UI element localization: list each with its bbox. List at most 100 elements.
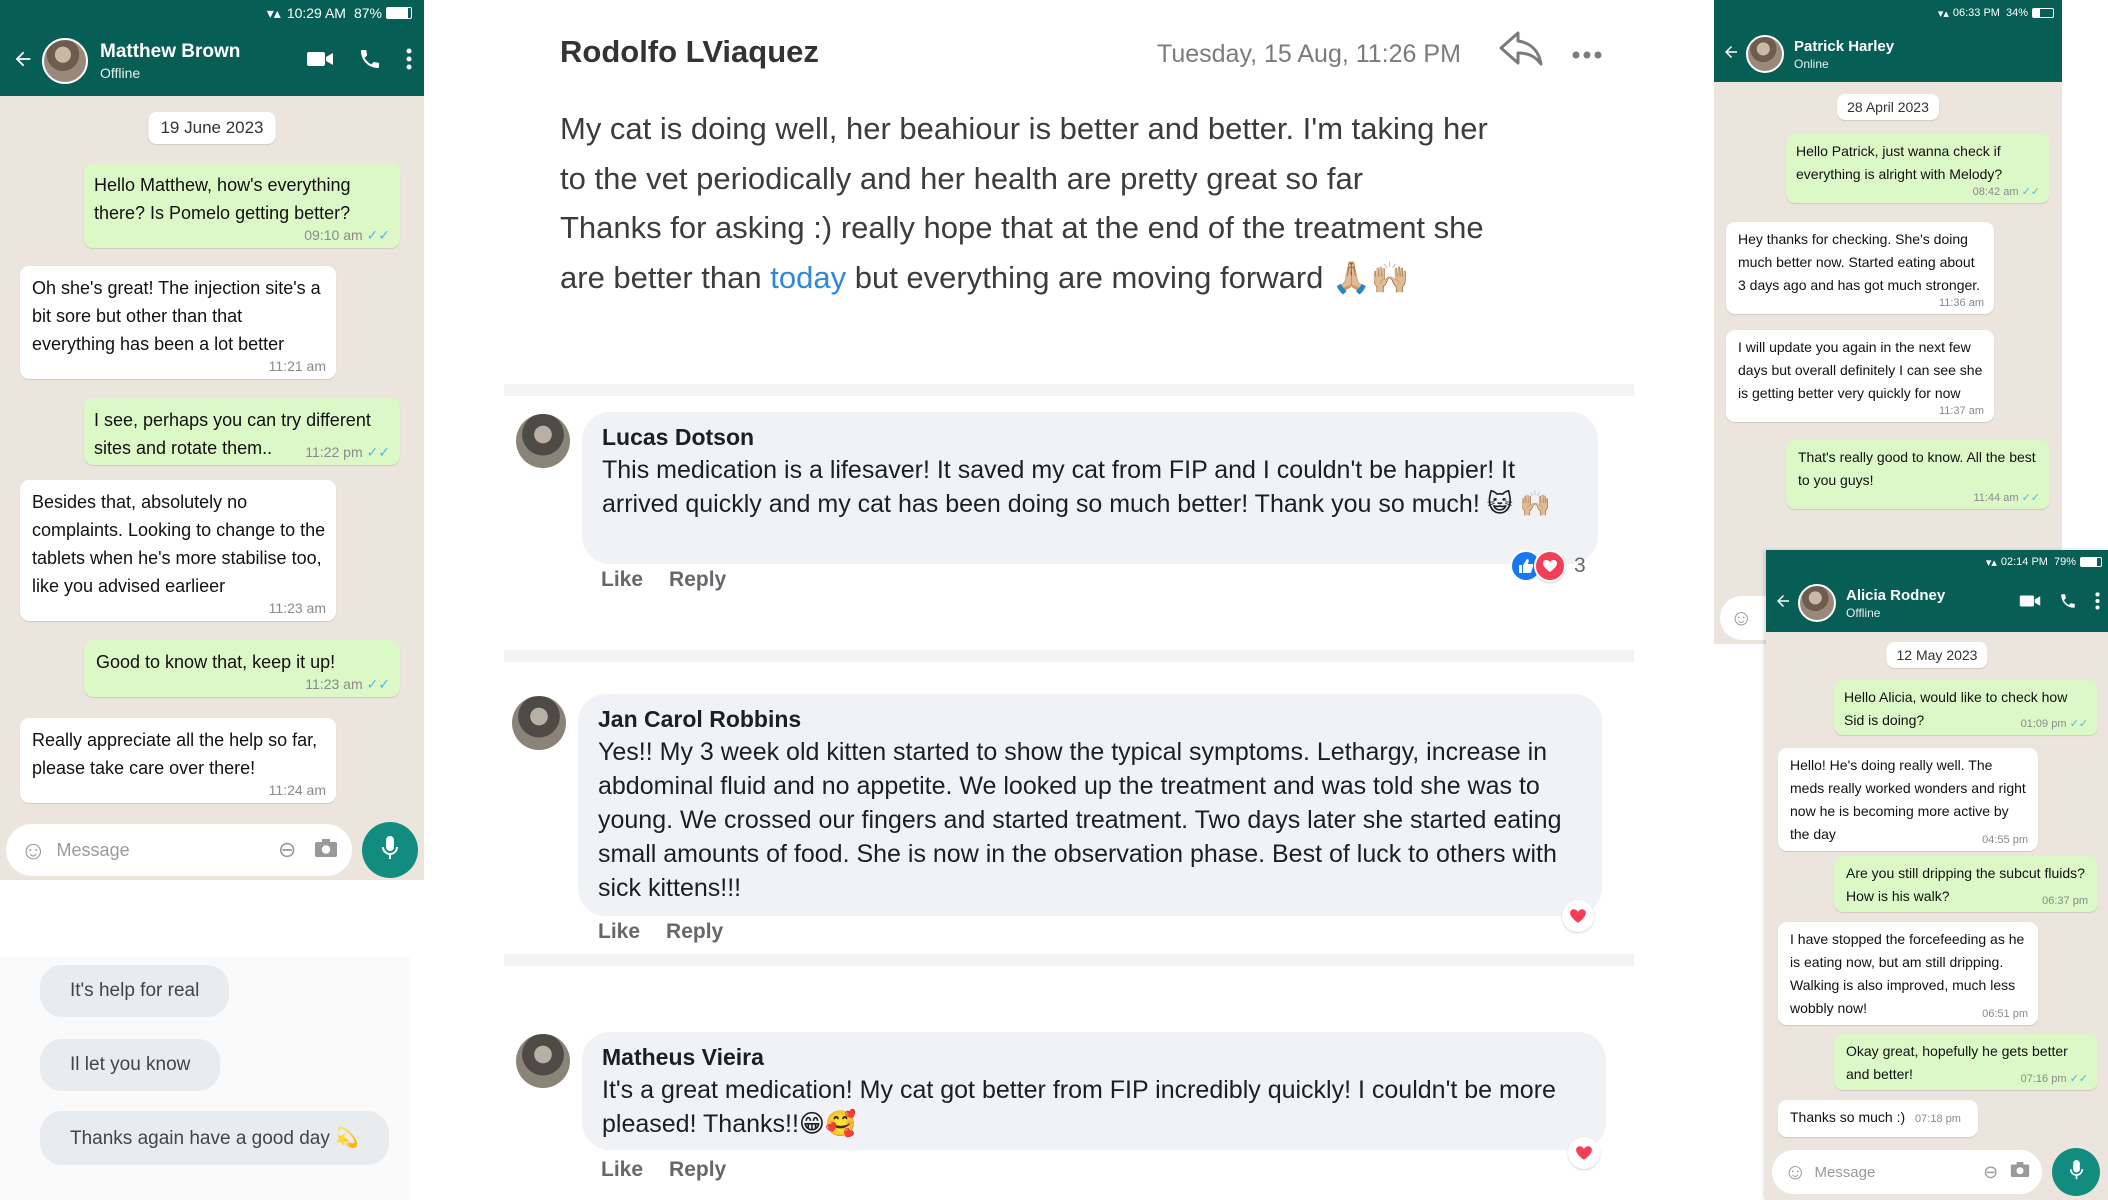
avatar[interactable] bbox=[516, 414, 570, 468]
commenter-name[interactable]: Matheus Vieira bbox=[602, 1044, 1586, 1071]
wifi-signal-icon: ▾▴ bbox=[1937, 7, 1949, 20]
message-time: 11:44 am bbox=[1973, 492, 2019, 504]
message-text: Oh she's great! The injection site's a b… bbox=[32, 278, 321, 354]
date-chip: 28 April 2023 bbox=[1837, 94, 1939, 120]
message-time: 07:18 pm bbox=[1915, 1113, 1961, 1125]
post-line: are better than today but everything are… bbox=[560, 253, 1570, 303]
heart-icon[interactable] bbox=[1568, 1137, 1600, 1169]
status-bar: ▾▴ 06:33 PM 34% bbox=[1714, 0, 2062, 26]
contact-name[interactable]: Alicia Rodney bbox=[1846, 587, 1945, 604]
post-text: but everything are moving forward 🙏🏼🙌🏼 bbox=[846, 259, 1410, 295]
quick-replies: It's help for real Il let you know Thank… bbox=[0, 957, 410, 1200]
comment-divider bbox=[504, 954, 1634, 966]
reaction-summary[interactable]: 3 bbox=[1510, 550, 1586, 582]
message-text: I will update you again in the next few … bbox=[1738, 339, 1983, 401]
message-bubble: Okay great, hopefully he gets better and… bbox=[1834, 1034, 2098, 1090]
message-bubble: I will update you again in the next few … bbox=[1726, 330, 1994, 422]
message-time: 01:09 pm bbox=[2020, 718, 2067, 730]
date-chip: 19 June 2023 bbox=[148, 112, 276, 144]
camera-icon[interactable] bbox=[314, 838, 338, 863]
battery-icon bbox=[2032, 8, 2054, 18]
back-arrow-icon[interactable] bbox=[1774, 592, 1792, 615]
message-bubble: Hello Patrick, just wanna check if every… bbox=[1786, 134, 2050, 203]
more-vert-icon[interactable] bbox=[406, 48, 412, 75]
message-bubble: Are you still dripping the subcut fluids… bbox=[1834, 856, 2098, 912]
message-time: 11:22 pm bbox=[305, 444, 363, 460]
like-button[interactable]: Like bbox=[598, 920, 640, 943]
mic-button[interactable] bbox=[2052, 1148, 2100, 1196]
quick-reply-label: Thanks again have a good day 💫 bbox=[70, 1128, 359, 1149]
post-line: My cat is doing well, her beahiour is be… bbox=[560, 111, 1488, 146]
message-time: 11:24 am bbox=[268, 782, 326, 798]
message-bubble: Hello Alicia, would like to check how Si… bbox=[1834, 680, 2098, 735]
reply-button[interactable]: Reply bbox=[669, 568, 726, 591]
emoji-icon[interactable]: ☺ bbox=[1730, 605, 1752, 631]
avatar[interactable] bbox=[512, 696, 566, 750]
message-bubble: Hey thanks for checking. She's doing muc… bbox=[1726, 222, 1994, 314]
message-time: 04:55 pm bbox=[1982, 834, 2028, 846]
message-text: Besides that, absolutely no complaints. … bbox=[32, 492, 326, 596]
video-call-icon[interactable] bbox=[306, 49, 334, 74]
phone-icon[interactable] bbox=[358, 47, 382, 76]
chat-window-patrick: ▾▴ 06:33 PM 34% Patrick Harley Online 28… bbox=[1714, 0, 2062, 644]
more-horiz-icon[interactable] bbox=[1572, 46, 1602, 64]
contact-name[interactable]: Patrick Harley bbox=[1794, 38, 1894, 55]
contact-name[interactable]: Matthew Brown bbox=[100, 41, 240, 63]
avatar[interactable] bbox=[1798, 584, 1836, 622]
more-vert-icon[interactable] bbox=[2095, 591, 2100, 615]
reply-arrow-icon[interactable] bbox=[1498, 30, 1544, 73]
status-bar: ▾▴ 02:14 PM 79% bbox=[1766, 550, 2108, 574]
message-input[interactable]: Message bbox=[57, 840, 278, 861]
emoji-icon[interactable]: ☺ bbox=[20, 835, 47, 866]
video-call-icon[interactable] bbox=[2019, 593, 2041, 614]
reply-button[interactable]: Reply bbox=[669, 1158, 726, 1181]
avatar[interactable] bbox=[1746, 35, 1784, 73]
message-text: Hey thanks for checking. She's doing muc… bbox=[1738, 231, 1981, 293]
heart-icon[interactable] bbox=[1562, 900, 1594, 932]
message-time: 11:37 am bbox=[1938, 405, 1984, 417]
comment-divider bbox=[504, 650, 1634, 662]
message-time: 11:23 am bbox=[305, 676, 363, 692]
message-bubble: Thanks so much :) 07:18 pm bbox=[1778, 1100, 1978, 1137]
post-text: are better than bbox=[560, 259, 771, 295]
comment-actions: Like Reply bbox=[601, 1158, 752, 1182]
quick-reply-chip[interactable]: Thanks again have a good day 💫 bbox=[40, 1111, 389, 1165]
status-time: 02:14 PM bbox=[2000, 556, 2048, 568]
mic-icon bbox=[381, 835, 399, 866]
quick-reply-chip[interactable]: It's help for real bbox=[40, 965, 230, 1017]
reply-button[interactable]: Reply bbox=[666, 920, 723, 943]
read-receipt-icon: ✓✓ bbox=[366, 227, 390, 243]
back-arrow-icon[interactable] bbox=[1722, 43, 1740, 66]
message-bubble: I see, perhaps you can try different sit… bbox=[84, 398, 400, 465]
phone-icon[interactable] bbox=[2059, 592, 2077, 615]
message-text: Hello! He's doing really well. The meds … bbox=[1790, 757, 2026, 842]
heart-icon bbox=[1534, 550, 1566, 582]
message-bubble: Good to know that, keep it up! 11:23 am … bbox=[84, 640, 400, 697]
quick-reply-chip[interactable]: Il let you know bbox=[40, 1039, 221, 1091]
commenter-name[interactable]: Lucas Dotson bbox=[602, 424, 1578, 451]
contact-status: Online bbox=[1794, 56, 1829, 71]
message-input[interactable]: Message bbox=[1814, 1164, 1982, 1181]
message-text: I have stopped the forcefeeding as he is… bbox=[1790, 931, 2025, 1016]
today-link[interactable]: today bbox=[770, 260, 846, 295]
emoji-icon[interactable]: ☺ bbox=[1784, 1159, 1806, 1185]
quick-reply-label: Il let you know bbox=[70, 1054, 191, 1075]
mic-button[interactable] bbox=[362, 822, 418, 878]
back-arrow-icon[interactable] bbox=[12, 48, 34, 75]
battery-level: 87% bbox=[353, 5, 382, 21]
post-author: Rodolfo LViaquez bbox=[560, 34, 819, 69]
post-line: Thanks for asking :) really hope that at… bbox=[560, 210, 1484, 245]
message-bubble: Oh she's great! The injection site's a b… bbox=[20, 266, 336, 379]
like-button[interactable]: Like bbox=[601, 568, 643, 591]
message-input-bar[interactable]: ☺ Message ⊘ bbox=[6, 824, 352, 876]
commenter-name[interactable]: Jan Carol Robbins bbox=[598, 706, 1582, 733]
message-time: 11:23 am bbox=[268, 600, 326, 616]
status-time: 06:33 PM bbox=[1952, 7, 2000, 19]
camera-icon[interactable] bbox=[2010, 1161, 2030, 1183]
message-input-bar[interactable]: ☺ Message ⊘ bbox=[1772, 1150, 2042, 1194]
avatar[interactable] bbox=[516, 1034, 570, 1088]
like-button[interactable]: Like bbox=[601, 1158, 643, 1181]
read-receipt-icon: ✓✓ bbox=[366, 444, 390, 460]
avatar[interactable] bbox=[42, 38, 88, 84]
reaction-count: 3 bbox=[1574, 554, 1586, 577]
